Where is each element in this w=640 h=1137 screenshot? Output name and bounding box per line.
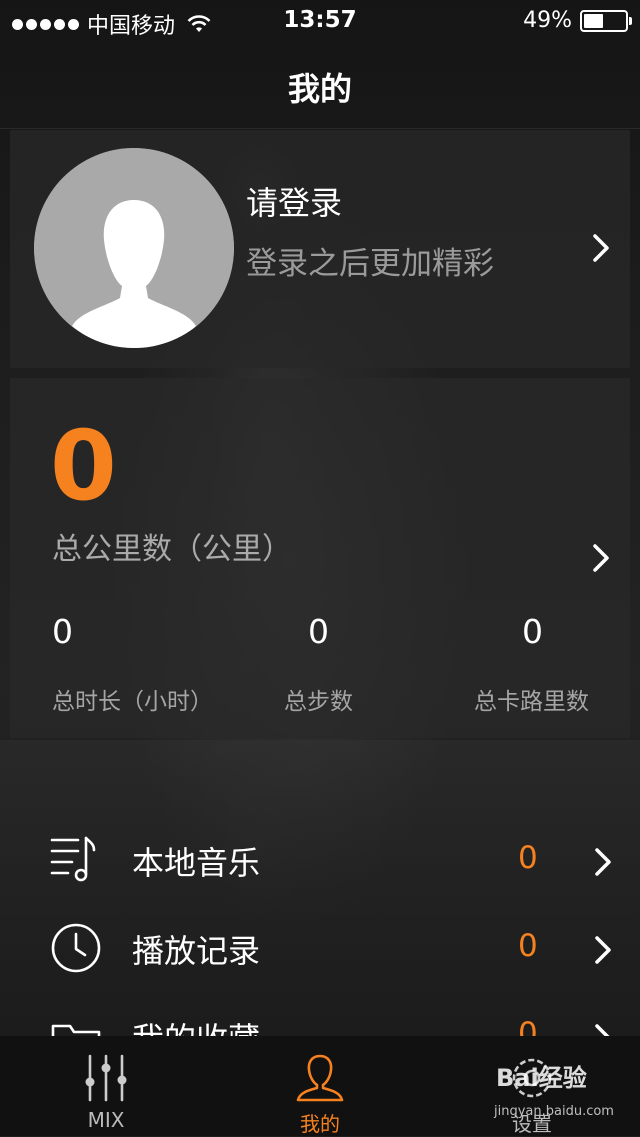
total-calories-label: 总卡路里数 [474,689,589,715]
watermark-url: jingyan.baidu.com [494,1104,614,1119]
total-steps-label: 总步数 [284,689,353,715]
total-km-value: 0 [50,410,117,522]
chevron-right-icon [595,936,611,964]
tab-mix[interactable]: MIX [26,1036,186,1136]
avatar[interactable] [34,148,234,348]
status-bar: 中国移动 13:57 49% [0,0,640,40]
menu-item-count: 0 [518,840,538,876]
header-divider [0,128,640,129]
login-title: 请登录 [246,184,343,222]
profile-card[interactable]: 请登录 登录之后更加精彩 [10,130,630,368]
page-title: 我的 [287,70,352,108]
menu-item-play-history[interactable]: 播放记录 0 [0,908,640,988]
battery-icon [580,9,632,32]
stats-card[interactable]: 0 总公里数（公里） 0 总时长（小时） 0 总步数 0 总卡路里数 [10,378,630,738]
tab-label: MIX [87,1108,125,1132]
total-calories-value: 0 [522,612,543,651]
watermark-text: Bai经验 [496,1064,587,1092]
total-duration-label: 总时长（小时） [52,689,213,715]
menu-item-count: 0 [518,928,538,964]
chevron-right-icon [595,848,611,876]
total-duration-value: 0 [52,612,73,651]
menu-item-local-music[interactable]: 本地音乐 0 [0,820,640,900]
chevron-right-icon [593,234,609,262]
clock-icon [51,923,101,973]
menu-item-label: 播放记录 [132,932,261,970]
mixer-icon [85,1054,127,1102]
total-km-label: 总公里数（公里） [52,532,292,567]
menu-item-label: 本地音乐 [132,844,261,882]
watermark: Bai经验 jingyan.baidu.com [480,1048,630,1124]
total-steps-value: 0 [308,612,329,651]
music-list-icon [50,836,96,882]
tab-mine[interactable]: 我的 [240,1036,400,1136]
battery-percent: 49% [523,8,572,33]
user-icon [296,1054,344,1102]
default-avatar-icon [34,148,234,348]
chevron-right-icon [593,544,609,572]
login-subtitle: 登录之后更加精彩 [246,246,494,282]
tab-label: 我的 [300,1112,340,1136]
status-right: 49% [523,8,632,33]
